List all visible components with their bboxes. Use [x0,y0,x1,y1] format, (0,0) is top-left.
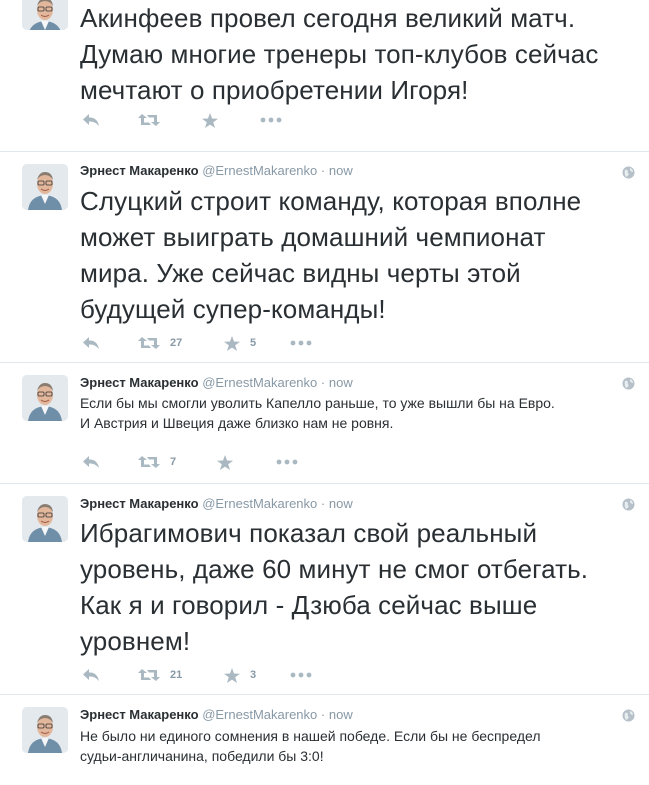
favorite-count: 3 [250,669,257,681]
avatar-image [22,496,68,542]
globe-icon [622,709,635,722]
separator-dot: · [320,707,326,722]
author-name[interactable]: Эрнест Макаренко [80,375,199,390]
tweet: Эрнест Макаренко @ErnestMakarenko · now … [0,695,649,785]
reply-button[interactable] [82,334,100,352]
avatar-image [22,0,68,30]
tweet-text: Ибрагимович показал свой реальный уровен… [80,518,589,656]
avatar[interactable] [22,0,68,30]
more-dots-icon [290,340,312,346]
reply-icon [83,337,99,349]
timestamp[interactable]: now [329,375,353,390]
star-icon [202,112,218,128]
author-name[interactable]: Эрнест Макаренко [80,163,199,178]
avatar-image [22,707,68,753]
more-button[interactable] [276,453,298,471]
favorite-button[interactable] [217,453,243,471]
globe-icon [622,377,635,390]
author-handle[interactable]: @ErnestMakarenko [202,707,317,722]
tweet-text: Не было ни единого сомнения в нашей побе… [80,728,541,764]
retweet-button[interactable]: 7 [138,453,176,471]
retweet-icon [138,669,160,681]
separator-dot: · [320,163,326,178]
reply-button[interactable] [82,666,100,684]
timestamp[interactable]: now [329,707,353,722]
tweet-header: Эрнест Макаренко @ErnestMakarenko · now [80,375,353,390]
retweet-icon [138,114,160,126]
separator-dot: · [320,375,326,390]
retweet-count: 7 [170,456,177,468]
retweet-button[interactable] [138,111,170,129]
avatar-image [22,375,68,421]
retweet-count: 21 [170,669,183,681]
author-handle[interactable]: @ErnestMakarenko [202,375,317,390]
tweet-header: Эрнест Макаренко @ErnestMakarenko · now [80,707,353,722]
tweet: Эрнест Макаренко @ErnestMakarenko · now … [0,363,649,484]
avatar[interactable] [22,496,68,542]
globe-icon [622,166,635,179]
retweet-button[interactable]: 21 [138,666,182,684]
author-name[interactable]: Эрнест Макаренко [80,707,199,722]
more-dots-icon [276,459,298,465]
author-handle[interactable]: @ErnestMakarenko [202,496,317,511]
avatar-image [22,164,68,210]
tweet-feed: Акинфеев провел сегодня великий матч. Ду… [0,0,649,777]
more-button[interactable] [290,334,312,352]
avatar[interactable] [22,375,68,421]
star-icon [224,667,240,683]
tweet-text: Если бы мы смогли уволить Капелло раньше… [80,395,555,431]
avatar[interactable] [22,164,68,210]
retweet-count: 27 [170,337,183,349]
tweet-header: Эрнест Макаренко @ErnestMakarenko · now [80,496,353,511]
tweet-text: Слуцкий строит команду, которая вполне м… [80,186,582,324]
star-icon [217,454,233,470]
separator-dot: · [320,496,326,511]
more-dots-icon [290,672,312,678]
author-name[interactable]: Эрнест Макаренко [80,496,199,511]
star-icon [224,335,240,351]
globe-icon [622,498,635,511]
timestamp[interactable]: now [329,163,353,178]
favorite-button[interactable] [202,111,228,129]
reply-button[interactable] [82,453,100,471]
retweet-icon [138,337,160,349]
author-handle[interactable]: @ErnestMakarenko [202,163,317,178]
avatar[interactable] [22,707,68,753]
favorite-count: 5 [250,337,257,349]
tweet-header: Эрнест Макаренко @ErnestMakarenko · now [80,163,353,178]
tweet: Эрнест Макаренко @ErnestMakarenko · now … [0,484,649,695]
retweet-icon [138,456,160,468]
tweet: Акинфеев провел сегодня великий матч. Ду… [0,0,649,152]
reply-icon [83,669,99,681]
more-dots-icon [260,117,282,123]
reply-icon [83,456,99,468]
more-button[interactable] [290,666,312,684]
favorite-button[interactable]: 5 [224,334,256,352]
retweet-button[interactable]: 27 [138,334,182,352]
reply-button[interactable] [82,111,100,129]
more-button[interactable] [260,111,282,129]
tweet-text: Акинфеев провел сегодня великий матч. Ду… [80,3,599,105]
reply-icon [83,114,99,126]
timestamp[interactable]: now [329,496,353,511]
favorite-button[interactable]: 3 [224,666,256,684]
tweet: Эрнест Макаренко @ErnestMakarenko · now … [0,152,649,363]
